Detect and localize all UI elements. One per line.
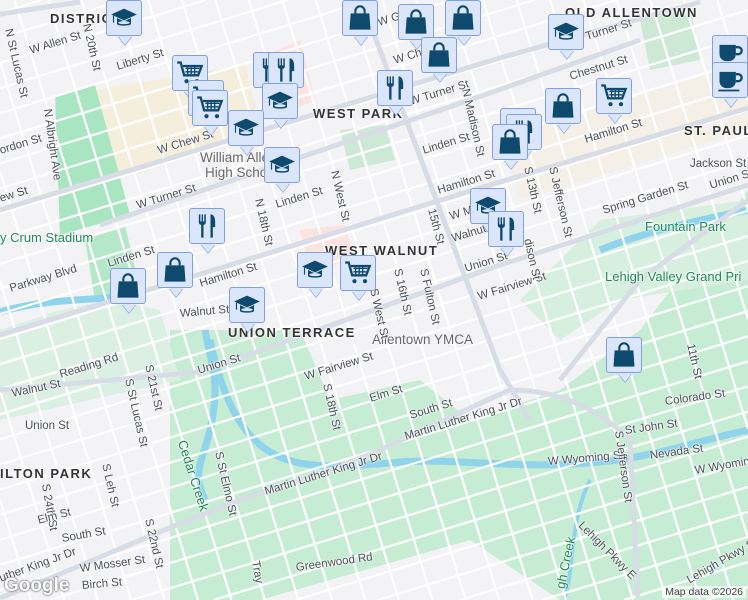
restaurant-icon: [381, 74, 409, 102]
map-marker-restaurant[interactable]: [377, 70, 413, 106]
coffee-icon: [716, 66, 744, 94]
shopping-cart-icon: [196, 94, 224, 122]
map-marker-school[interactable]: [297, 252, 333, 288]
map-marker-school[interactable]: [228, 110, 264, 146]
restaurant-icon: [492, 215, 520, 243]
map-marker-school[interactable]: [262, 83, 298, 119]
map-marker-shopping-bag[interactable]: [545, 88, 581, 124]
neighborhood-label: ST. PAUL: [684, 123, 748, 138]
park-label: Lehigh Valley Grand Pri: [605, 269, 742, 284]
shopping-bag-icon: [161, 256, 189, 284]
map-marker-school[interactable]: [106, 0, 142, 36]
map-marker-shopping-bag[interactable]: [421, 37, 457, 73]
restaurant-icon: [193, 212, 221, 240]
map-marker-coffee[interactable]: [712, 62, 748, 98]
park-label: y Crum Stadium: [0, 230, 94, 245]
map-marker-school[interactable]: [548, 14, 584, 50]
map-marker-shopping-bag[interactable]: [110, 268, 146, 304]
shopping-bag-icon: [496, 128, 524, 156]
map-marker-restaurant[interactable]: [488, 211, 524, 247]
shopping-bag-icon: [449, 4, 477, 32]
school-icon: [233, 291, 261, 319]
neighborhood-label: OLD ALLENTOWN: [565, 5, 698, 20]
street-label: Union St: [25, 420, 70, 432]
neighborhood-label: ILTON PARK: [0, 466, 93, 481]
shopping-bag-icon: [114, 272, 142, 300]
shopping-cart-icon: [344, 259, 372, 287]
shopping-cart-icon: [600, 82, 628, 110]
shopping-bag-icon: [402, 8, 430, 36]
map-marker-shopping-bag[interactable]: [342, 0, 378, 36]
park-label: Fountain Park: [645, 219, 726, 234]
street-label: Jackson St: [690, 158, 747, 170]
school-icon: [110, 4, 138, 32]
school-icon: [266, 87, 294, 115]
restaurant-icon: [272, 56, 300, 84]
map-marker-school[interactable]: [264, 147, 300, 183]
map-marker-shopping-bag[interactable]: [398, 4, 434, 40]
map-marker-shopping-bag[interactable]: [157, 252, 193, 288]
school-icon: [552, 18, 580, 46]
shopping-bag-icon: [346, 4, 374, 32]
map-marker-shopping-bag[interactable]: [606, 337, 642, 373]
google-logo: Google: [4, 575, 70, 596]
map-marker-shopping-cart[interactable]: [340, 255, 376, 291]
map-marker-restaurant[interactable]: [189, 208, 225, 244]
school-icon: [268, 151, 296, 179]
map-marker-shopping-bag[interactable]: [492, 124, 528, 160]
shopping-bag-icon: [425, 41, 453, 69]
map-marker-school[interactable]: [229, 287, 265, 323]
map-attribution[interactable]: Map data ©2026: [662, 586, 746, 598]
map-marker-shopping-bag[interactable]: [445, 0, 481, 36]
shopping-bag-icon: [610, 341, 638, 369]
school-icon: [301, 256, 329, 284]
shopping-bag-icon: [549, 92, 577, 120]
map-marker-shopping-cart[interactable]: [596, 78, 632, 114]
school-icon: [232, 114, 260, 142]
map-marker-shopping-cart[interactable]: [192, 90, 228, 126]
